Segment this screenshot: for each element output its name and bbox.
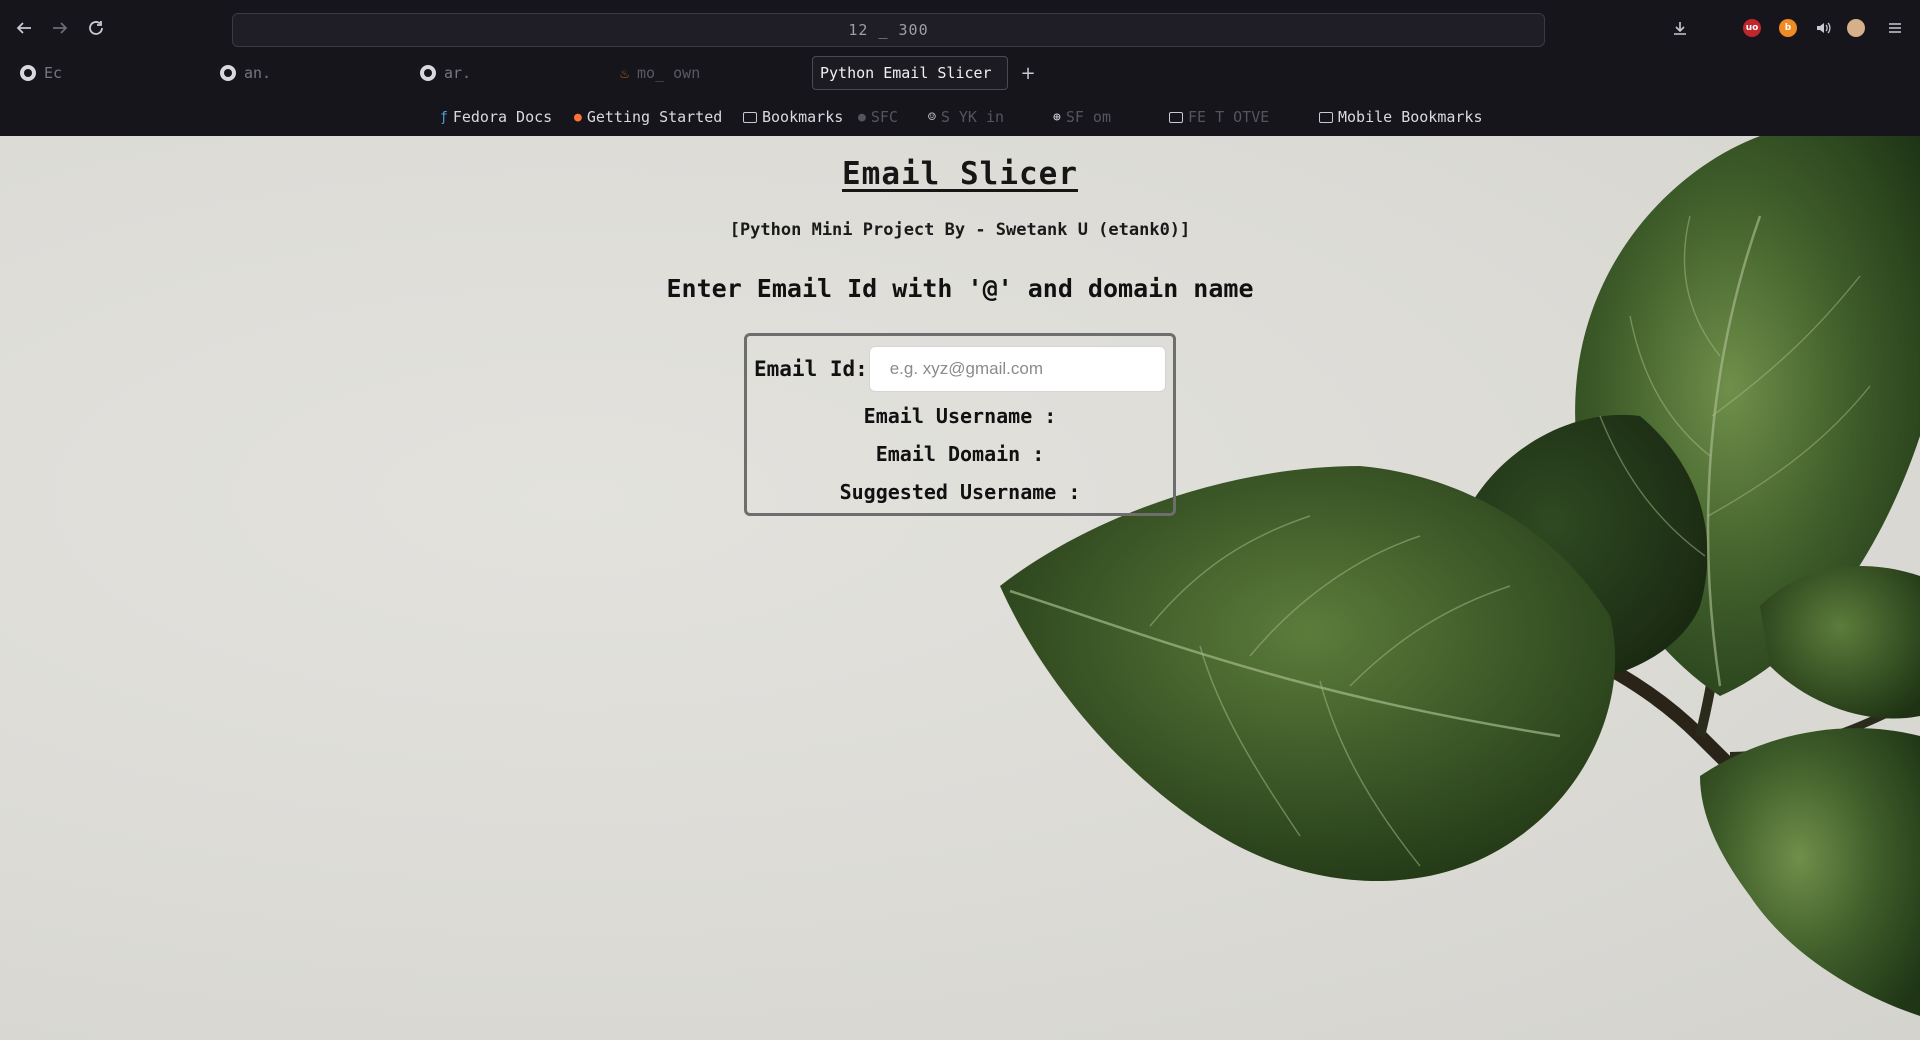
url-text: 12 _ 300 [848,21,929,39]
plus-icon: + [1020,62,1036,84]
bookmark-label: Mobile Bookmarks [1338,108,1483,126]
page-viewport: Email Slicer [Python Mini Project By - S… [0,136,1920,1040]
folder-icon [1169,111,1183,123]
bookmark-label: Bookmarks [762,108,844,126]
instruction-heading: Enter Email Id with '@' and domain name [666,274,1254,303]
bookmark-fedora-docs[interactable]: ƒ Fedora Docs [440,104,552,130]
brave-icon[interactable]: b [1779,19,1797,37]
java-icon: ♨ [620,64,630,82]
globe-icon: ⊕ [1053,109,1061,125]
ublock-icon[interactable]: uo [1743,19,1761,37]
tab-github-1[interactable]: Ec [0,56,62,90]
bookmark-mobile-bookmarks[interactable]: Mobile Bookmarks [1319,104,1483,130]
bookmark-getting-started[interactable]: ● Getting Started [574,104,722,130]
email-input[interactable] [868,346,1166,392]
github-icon [20,65,36,81]
bookmark-folder-bookmarks[interactable]: Bookmarks [743,104,843,130]
url-bar[interactable]: 12 _ 300 [232,13,1545,47]
reload-button[interactable] [82,14,110,42]
tab-label: mo_ own [637,64,701,82]
tab-label: Ec [44,64,63,82]
volume-button[interactable] [1810,15,1836,41]
bookmark-faded-2[interactable]: ☺ S YK in [928,104,1004,130]
forward-arrow-icon [53,22,68,34]
page-title-wrap: Email Slicer [0,156,1920,192]
bookmark-label: Fedora Docs [452,108,553,126]
hamburger-icon [1889,23,1901,33]
bookmark-label: SFC [870,108,898,126]
email-username-label: Email Username : [863,404,1057,428]
forward-button[interactable] [46,14,74,42]
page-title: Email Slicer [842,156,1078,192]
download-icon [1674,22,1686,35]
bookmark-label: SF om [1065,108,1111,126]
github-icon [220,65,236,81]
tab-github-3[interactable]: ar. [400,56,471,90]
new-tab-button[interactable]: + [1016,56,1040,90]
bookmark-faded-3[interactable]: ⊕ SF om [1053,104,1111,130]
bookmarks-bar: ƒ Fedora Docs ● Getting Started Bookmark… [0,104,1920,130]
tab-faded-4[interactable]: ♨ mo_ own [600,56,700,90]
bookmark-label: S YK in [940,108,1005,126]
email-field-row: Email Id: [754,345,1166,393]
site-icon: ● [858,109,866,125]
robot-icon: ☺ [928,109,936,125]
back-arrow-icon [16,22,31,34]
tab-label: Python Email Slicer [820,64,992,82]
tab-python-email-slicer[interactable]: Python Email Slicer [812,56,1008,90]
suggested-username-label: Suggested Username : [839,480,1081,504]
reload-icon [89,21,103,35]
folder-icon [1319,111,1333,123]
tab-label: ar. [444,64,472,82]
tab-github-2[interactable]: an. [200,56,271,90]
menu-button[interactable] [1882,15,1908,41]
bookmark-faded-1[interactable]: ● SFC [858,104,898,130]
bookmark-label: FE T OTVE [1188,108,1270,126]
email-domain-label: Email Domain : [875,442,1045,466]
leaf-background-image [1000,136,1920,1016]
bookmark-label: Getting Started [586,108,723,126]
email-form-card: Email Id: Email Username : Email Domain … [744,333,1176,516]
email-label: Email Id: [754,357,868,381]
fedora-icon: ƒ [440,109,448,125]
profile-avatar-icon[interactable] [1847,19,1865,37]
tab-strip: Ec an. ar. ♨ mo_ own Python Email Slicer… [0,56,1920,90]
tab-label: an. [244,64,272,82]
back-button[interactable] [10,14,38,42]
browser-chrome: 12 _ 300 uo b Ec an. ar. ♨ mo_ own Pytho… [0,0,1920,136]
firefox-icon: ● [574,109,582,125]
page-subtitle: [Python Mini Project By - Swetank U (eta… [729,220,1191,240]
downloads-button[interactable] [1667,15,1693,41]
github-icon [420,65,436,81]
folder-icon [743,111,757,123]
speaker-icon [1817,22,1831,34]
bookmark-folder-faded[interactable]: FE T OTVE [1169,104,1269,130]
